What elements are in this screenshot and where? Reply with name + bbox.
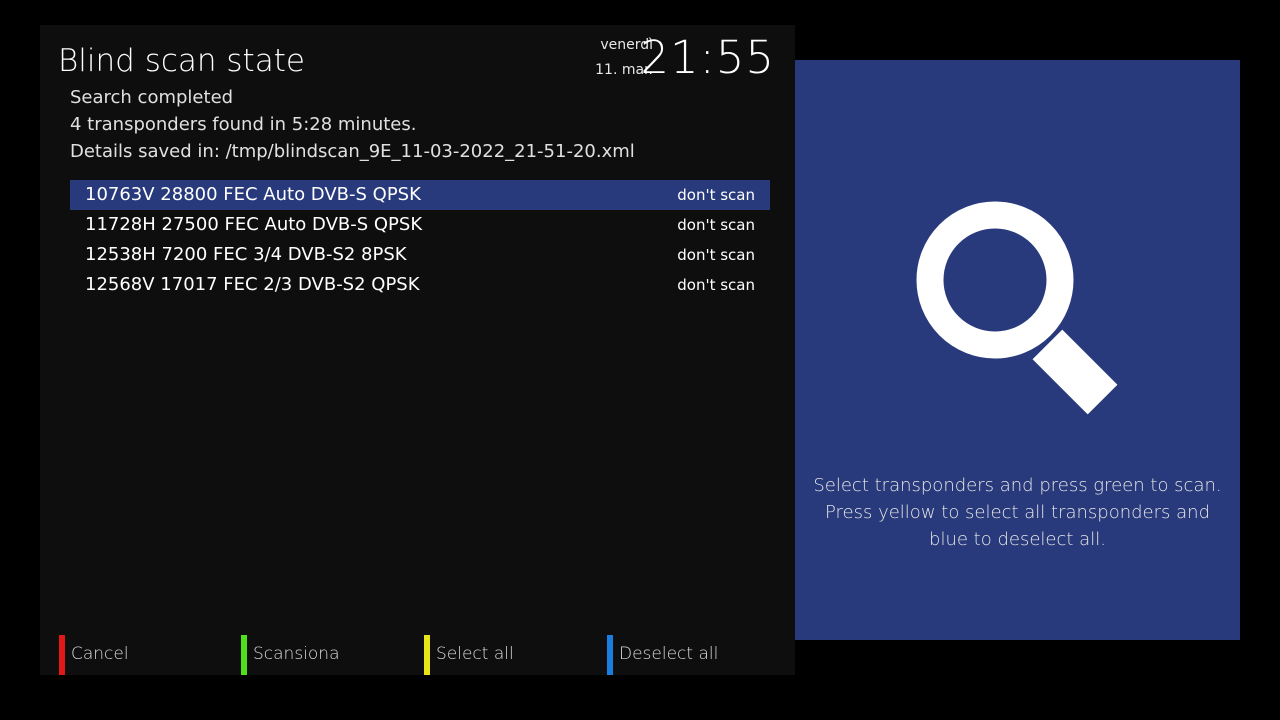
clock-time: 21:55 [640,31,775,84]
transponder-scan-toggle[interactable]: don't scan [677,270,755,300]
main-panel: Blind scan state venerdì 11. mar. 21:55 … [40,25,795,675]
blue-key-indicator [607,635,613,675]
help-text: Select transponders and press green to s… [813,475,1222,550]
transponder-desc: 10763V 28800 FEC Auto DVB-S QPSK [85,184,421,205]
transponder-row[interactable]: 11728H 27500 FEC Auto DVB-S QPSK don't s… [70,210,770,240]
transponder-desc: 12568V 17017 FEC 2/3 DVB-S2 QPSK [85,274,420,295]
transponder-row[interactable]: 12538H 7200 FEC 3/4 DVB-S2 8PSK don't sc… [70,240,770,270]
yellow-key-label: Select all [436,644,514,664]
transponder-row[interactable]: 10763V 28800 FEC Auto DVB-S QPSK don't s… [70,180,770,210]
screen: Blind scan state venerdì 11. mar. 21:55 … [0,0,1280,720]
transponder-scan-toggle[interactable]: don't scan [677,210,755,240]
transponder-scan-toggle[interactable]: don't scan [677,240,755,270]
green-key-label: Scansiona [253,644,340,664]
transponder-desc: 12538H 7200 FEC 3/4 DVB-S2 8PSK [85,244,407,265]
transponder-desc: 11728H 27500 FEC Auto DVB-S QPSK [85,214,423,235]
green-key-indicator [241,635,247,675]
help-panel: Select transponders and press green to s… [795,60,1240,640]
transponders-found: 4 transponders found in 5:28 minutes. [70,114,417,135]
transponder-scan-toggle[interactable]: don't scan [677,180,755,210]
blue-key-label: Deselect all [619,644,719,664]
page-title: Blind scan state [58,43,305,79]
yellow-key-indicator [424,635,430,675]
red-key-indicator [59,635,65,675]
transponder-row[interactable]: 12568V 17017 FEC 2/3 DVB-S2 QPSK don't s… [70,270,770,300]
search-icon [916,201,1121,418]
transponder-list: 10763V 28800 FEC Auto DVB-S QPSK don't s… [70,180,770,300]
details-path: Details saved in: /tmp/blindscan_9E_11-0… [70,141,635,162]
search-status: Search completed [70,87,234,108]
red-key-label: Cancel [71,644,129,664]
